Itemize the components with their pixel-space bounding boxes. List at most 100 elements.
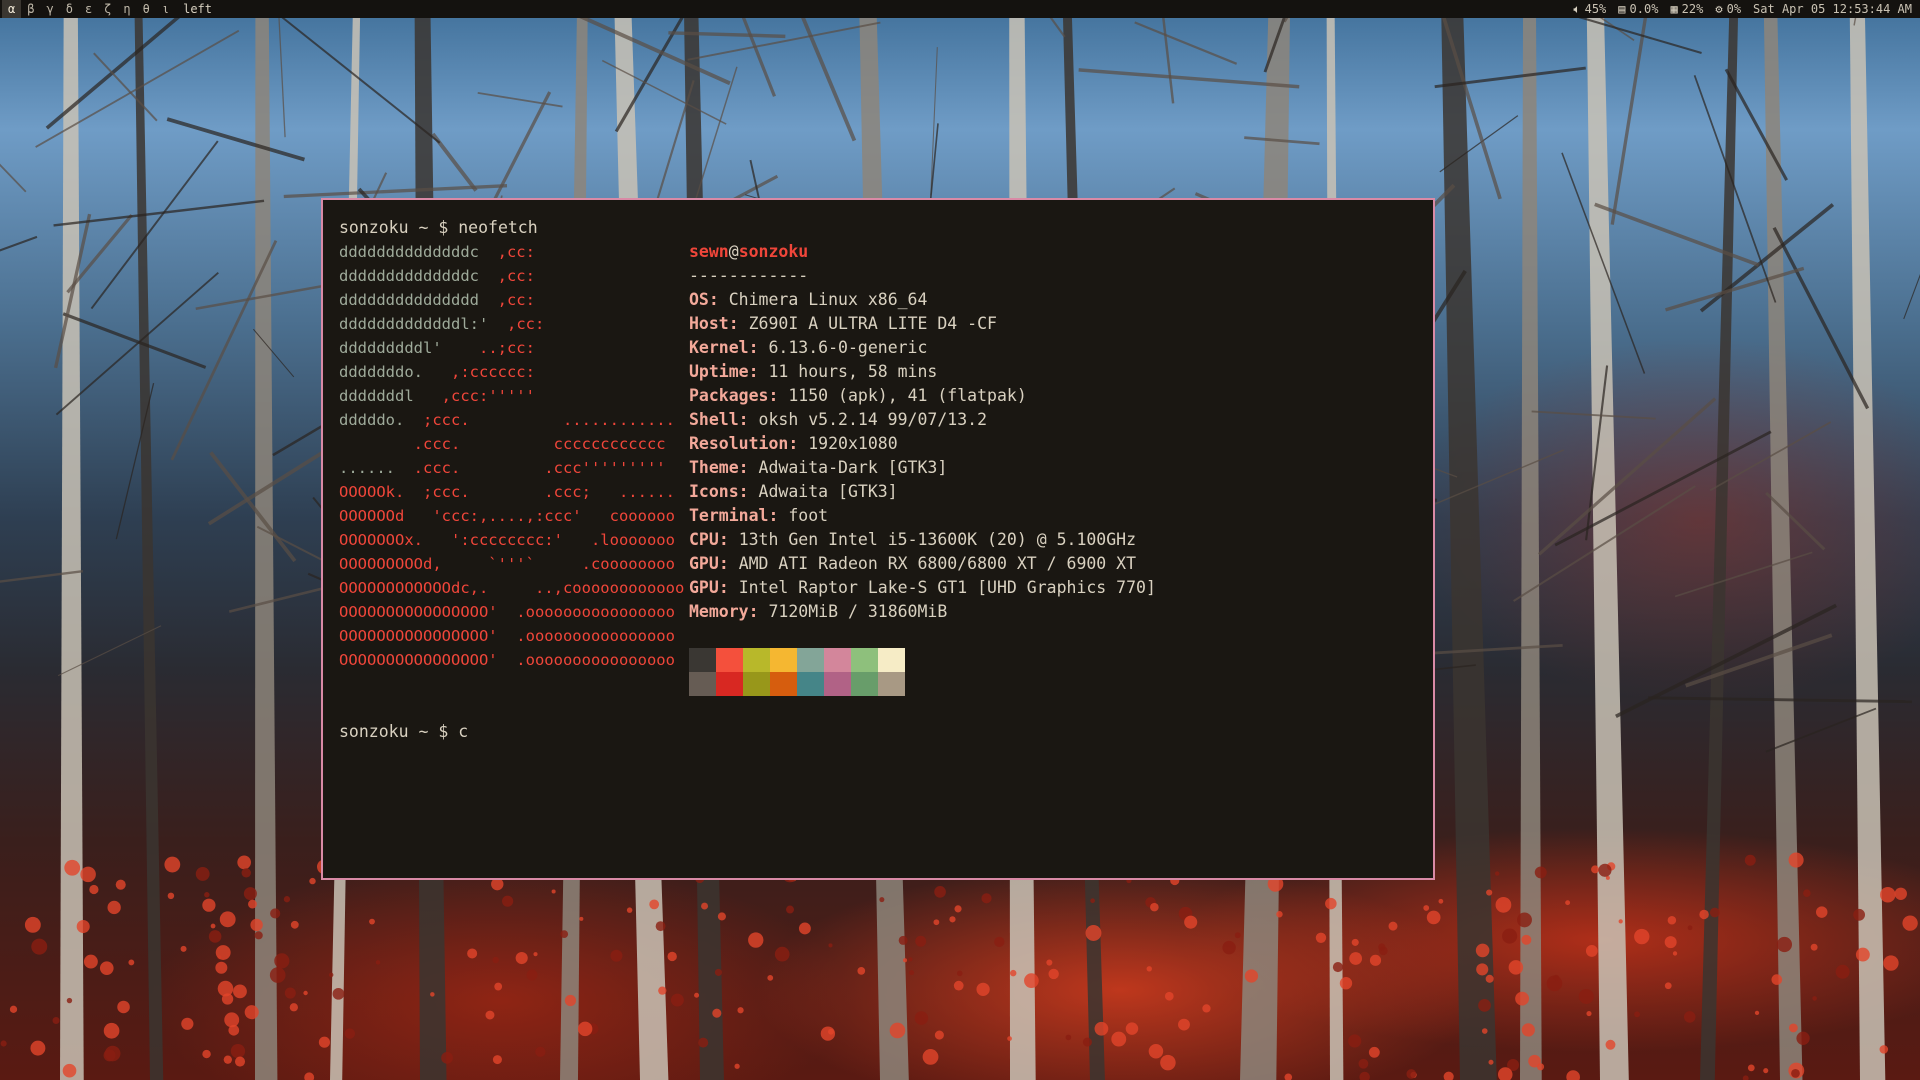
workspace-1[interactable]: α [2, 0, 22, 18]
workspace-2[interactable]: β [21, 0, 40, 18]
tree-branch [930, 47, 938, 196]
disk-status[interactable]: ▤ 0.0% [1618, 0, 1658, 18]
autumn-leaf [1284, 1073, 1293, 1080]
logo-line: dddddddl ,ccc:''''' [339, 384, 535, 408]
autumn-leaf [269, 967, 286, 983]
autumn-leaf [128, 959, 135, 966]
logo-red-part: ,ccc:''''' [441, 387, 535, 405]
autumn-leaf [289, 1003, 298, 1012]
info-line-uptime: Uptime: 11 hours, 58 mins [689, 362, 938, 381]
autumn-leaf [610, 949, 623, 962]
prompt-input-line[interactable]: sonzoku ~ $ c [339, 720, 468, 744]
autumn-leaf [233, 984, 247, 999]
autumn-leaf [180, 945, 187, 952]
autumn-leaf [1605, 1039, 1616, 1050]
autumn-leaf [1591, 865, 1599, 874]
autumn-leaf [579, 916, 584, 921]
info-line-memory: Memory: 7120MiB / 31860MiB [689, 602, 948, 621]
autumn-leaf [223, 1055, 232, 1064]
cpu-status[interactable]: ⚙︎ 0% [1715, 0, 1741, 18]
autumn-leaf [1348, 1034, 1362, 1048]
autumn-leaf [915, 935, 927, 947]
autumn-leaf [1634, 928, 1650, 945]
info-value: AMD ATI Radeon RX 6800/6800 XT / 6900 XT [738, 554, 1137, 573]
autumn-leaf [1234, 932, 1241, 939]
autumn-leaf [1368, 1046, 1380, 1058]
volume-status[interactable]: 🔈︎ 45% [1573, 0, 1606, 18]
tree-branch [0, 235, 38, 252]
autumn-leaf [1565, 900, 1571, 906]
workspace-7[interactable]: η [117, 0, 136, 18]
autumn-leaf [492, 956, 499, 964]
palette-swatch-normal [824, 648, 851, 672]
autumn-leaf [1902, 915, 1918, 931]
logo-line: ddddddddddddddd ,cc: [339, 288, 535, 312]
autumn-leaf [1664, 982, 1672, 990]
autumn-leaf [1618, 919, 1623, 924]
info-value: foot [788, 506, 829, 525]
autumn-leaf [956, 970, 963, 977]
info-line-cpu: CPU: 13th Gen Intel i5-13600K (20) @ 5.1… [689, 530, 1137, 549]
tree-branch [1134, 21, 1238, 65]
logo-grey-part: dddddo. [339, 411, 423, 429]
workspace-6[interactable]: ζ [98, 0, 117, 18]
autumn-leaf [219, 911, 236, 928]
autumn-leaf [1184, 915, 1198, 929]
autumn-leaf [62, 1063, 77, 1078]
autumn-leaf [1046, 959, 1053, 966]
autumn-leaf [1803, 889, 1811, 897]
info-key: Resolution [689, 434, 789, 453]
autumn-leaf [1024, 973, 1039, 988]
autumn-leaf [1788, 1023, 1798, 1033]
info-key: GPU [689, 554, 719, 573]
tree-branch [278, 16, 286, 138]
autumn-leaf [953, 980, 964, 991]
autumn-leaf [767, 974, 774, 981]
autumn-leaf [1598, 863, 1612, 877]
autumn-leaf [1709, 907, 1720, 918]
volume-value: 45% [1584, 2, 1607, 16]
logo-line: OOOOOOOx. ':cccccccc:' .looooooo [339, 528, 675, 552]
autumn-leaf [215, 961, 228, 974]
palette-swatch-normal [851, 648, 878, 672]
layout-indicator[interactable]: left [175, 0, 212, 18]
autumn-leaf [103, 1049, 116, 1062]
logo-red-part: ,cc: [497, 243, 535, 261]
autumn-leaf [1351, 938, 1359, 946]
terminal-window[interactable]: sonzoku ~ $ neofetch ddddddddddddddc ,cc… [321, 198, 1435, 880]
tree-branch [90, 140, 219, 310]
logo-red-part: OOOOOOOOOOOOOOOO' .oooooooooooooooo [339, 603, 675, 621]
workspace-5[interactable]: ε [79, 0, 98, 18]
autumn-leaf [1150, 902, 1159, 912]
info-line-host: Host: Z690I A ULTRA LITE D4 -CF [689, 314, 997, 333]
memory-status[interactable]: ▦ 22% [1670, 0, 1703, 18]
workspace-8[interactable]: θ [137, 0, 156, 18]
clock[interactable]: Sat Apr 05 12:53:44 AM [1753, 0, 1912, 18]
logo-red-part: OOOOOOOOOOOOdc,. ..,coooooooooooo [339, 579, 685, 597]
disk-value: 0.0% [1629, 2, 1659, 16]
logo-red-part: .ccc. cccccccccccc [413, 435, 666, 453]
color-palette [689, 648, 905, 696]
autumn-leaf [1812, 996, 1817, 1001]
autumn-leaf [1423, 905, 1430, 911]
autumn-leaf [344, 1028, 356, 1039]
info-key: Terminal [689, 506, 769, 525]
user-host-line: sewn@sonzoku [689, 240, 808, 264]
autumn-leaf [83, 954, 98, 969]
autumn-leaf [1835, 964, 1850, 979]
workspace-3[interactable]: γ [40, 0, 59, 18]
autumn-leaf [1672, 951, 1678, 956]
logo-red-part: ,cc: [497, 267, 535, 285]
workspace-9[interactable]: ι [156, 0, 175, 18]
autumn-leaf [1010, 969, 1017, 977]
autumn-leaf [210, 923, 216, 929]
workspace-4[interactable]: δ [60, 0, 79, 18]
autumn-leaf [304, 1072, 315, 1080]
autumn-leaf [1485, 974, 1494, 983]
autumn-leaf [626, 907, 633, 913]
logo-line: OOOOOOOOOOOOdc,. ..,coooooooooooo [339, 576, 684, 600]
autumn-leaf [208, 930, 222, 943]
autumn-leaf [117, 1000, 130, 1014]
autumn-leaf [80, 866, 96, 883]
logo-grey-part: ...... [339, 459, 414, 477]
